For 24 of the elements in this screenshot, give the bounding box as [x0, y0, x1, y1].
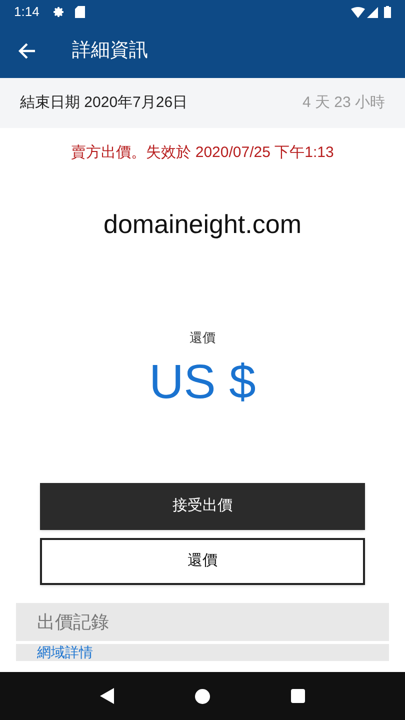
section-link[interactable]: 網域詳情 [16, 644, 389, 661]
counter-offer-label: 還價 [188, 328, 216, 346]
wifi-icon [351, 6, 365, 18]
battery-icon [384, 6, 391, 18]
sd-card-icon [75, 6, 86, 18]
square-icon [290, 689, 305, 703]
circle-icon [194, 688, 210, 704]
status-time: 1:14 [14, 3, 40, 22]
time-remaining: 4 天 23 小時 [302, 92, 385, 113]
screen-title: 詳細資訊 [72, 38, 148, 63]
counter-offer-amount: US $ [148, 355, 257, 411]
offer-notice: 賣方出價。失效於 2020/07/25 下午1:13 [70, 143, 335, 163]
signal-icon [367, 6, 378, 18]
accept-offer-button[interactable]: 接受出價 [40, 483, 365, 530]
back-arrow-icon [18, 42, 36, 60]
triangle-icon [100, 688, 114, 704]
nav-back-button[interactable] [100, 688, 114, 704]
end-date-text: 結束日期 2020年7月26日 [20, 92, 188, 113]
nav-home-button[interactable] [194, 688, 210, 704]
section-header: 出價記錄 [16, 603, 389, 641]
gear-icon [53, 6, 66, 18]
domain-name: domaineight.com [102, 208, 302, 240]
counter-offer-button[interactable]: 還價 [40, 538, 365, 585]
nav-recents-button[interactable] [290, 689, 305, 703]
